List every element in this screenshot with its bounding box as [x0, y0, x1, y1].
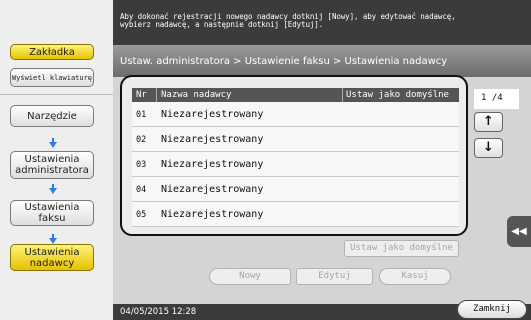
table-row[interactable]: 03 Niezarejestrowany — [132, 152, 459, 177]
header-separator — [156, 88, 157, 102]
arrow-down-icon — [49, 138, 57, 148]
table-row[interactable]: 05 Niezarejestrowany — [132, 202, 459, 227]
column-header-default: Ustaw jako domyślne — [346, 90, 449, 100]
row-number: 05 — [136, 210, 147, 220]
sender-name: Niezarejestrowany — [161, 159, 264, 170]
row-number: 03 — [136, 160, 147, 170]
admin-settings-button[interactable]: Ustawienia administratora — [10, 151, 94, 179]
show-keyboard-button[interactable]: Wyświetl klawiaturę — [10, 68, 94, 87]
sender-name: Niezarejestrowany — [161, 209, 264, 220]
page-up-button[interactable]: ↑ — [474, 112, 503, 132]
page-down-button[interactable]: ↓ — [474, 138, 503, 158]
column-header-name: Nazwa nadawcy — [161, 90, 232, 100]
row-number: 04 — [136, 185, 147, 195]
column-header-nr: Nr — [136, 90, 147, 100]
sender-settings-button[interactable]: Ustawienia nadawcy — [10, 244, 94, 271]
sender-name: Niezarejestrowany — [161, 184, 264, 195]
bookmark-button[interactable]: Zakładka — [10, 44, 94, 60]
breadcrumb: Ustaw. administratora > Ustawienie faksu… — [113, 45, 531, 77]
sidebar-divider — [0, 94, 113, 95]
instruction-line-2: wybierz nadawcę, a następnie dotknij [Ed… — [120, 20, 324, 29]
arrow-down-icon — [49, 184, 57, 194]
table-row[interactable]: 04 Niezarejestrowany — [132, 177, 459, 202]
edit-button[interactable]: Edytuj — [296, 268, 373, 285]
delete-button[interactable]: Kasuj — [379, 268, 451, 285]
sender-name: Niezarejestrowany — [161, 134, 264, 145]
date-time: 04/05/2015 12:28 — [120, 307, 197, 317]
header-separator — [342, 88, 343, 102]
left-sidebar: Zakładka Wyświetl klawiaturę Narzędzie U… — [0, 0, 113, 320]
sender-name: Niezarejestrowany — [161, 109, 264, 120]
page-indicator: 1 /4 — [474, 89, 519, 109]
new-button[interactable]: Nowy — [209, 268, 291, 285]
utility-button[interactable]: Narzędzie — [10, 105, 94, 127]
collapse-panel-icon[interactable]: ◀◀ — [507, 216, 531, 247]
instruction-message: Aby dokonać rejestracji nowego nadawcy d… — [113, 0, 531, 45]
fax-settings-button[interactable]: Ustawienia faksu — [10, 200, 94, 226]
table-header: Nr Nazwa nadawcy Ustaw jako domyślne — [132, 88, 459, 102]
row-number: 01 — [136, 110, 147, 120]
table-row[interactable]: 02 Niezarejestrowany — [132, 127, 459, 152]
set-default-button[interactable]: Ustaw jako domyślne — [344, 240, 459, 257]
table-row[interactable]: 01 Niezarejestrowany — [132, 102, 459, 127]
row-number: 02 — [136, 135, 147, 145]
close-button[interactable]: Zamknij — [457, 300, 527, 319]
